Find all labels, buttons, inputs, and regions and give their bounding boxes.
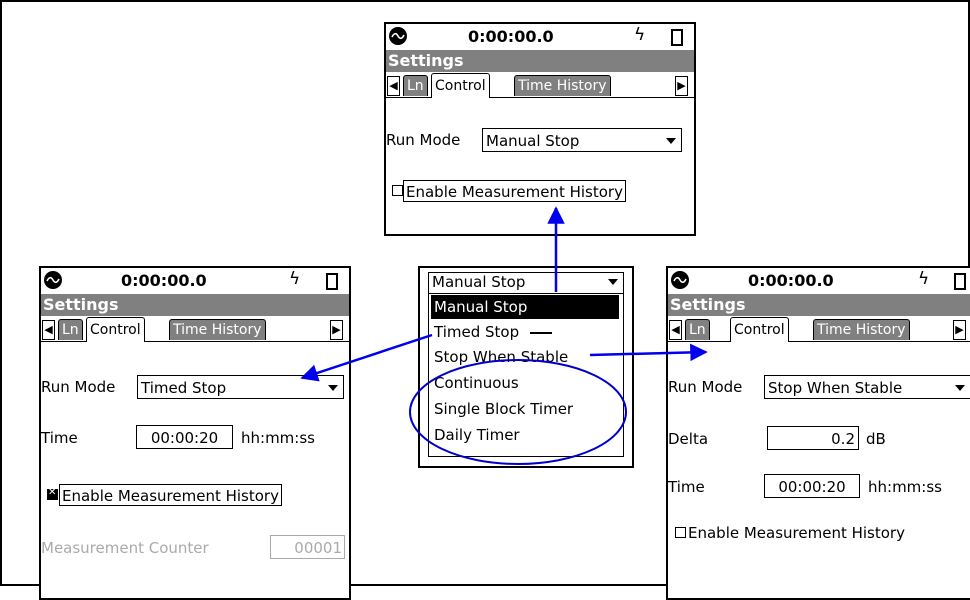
arrow-to-left-screen	[300, 333, 433, 382]
tab-control[interactable]: Control	[86, 317, 145, 342]
tab-control[interactable]: Control	[730, 317, 789, 342]
highlight-circle	[409, 359, 627, 465]
arrow-to-right-screen	[589, 343, 708, 362]
tab-control[interactable]: Control	[431, 73, 490, 98]
